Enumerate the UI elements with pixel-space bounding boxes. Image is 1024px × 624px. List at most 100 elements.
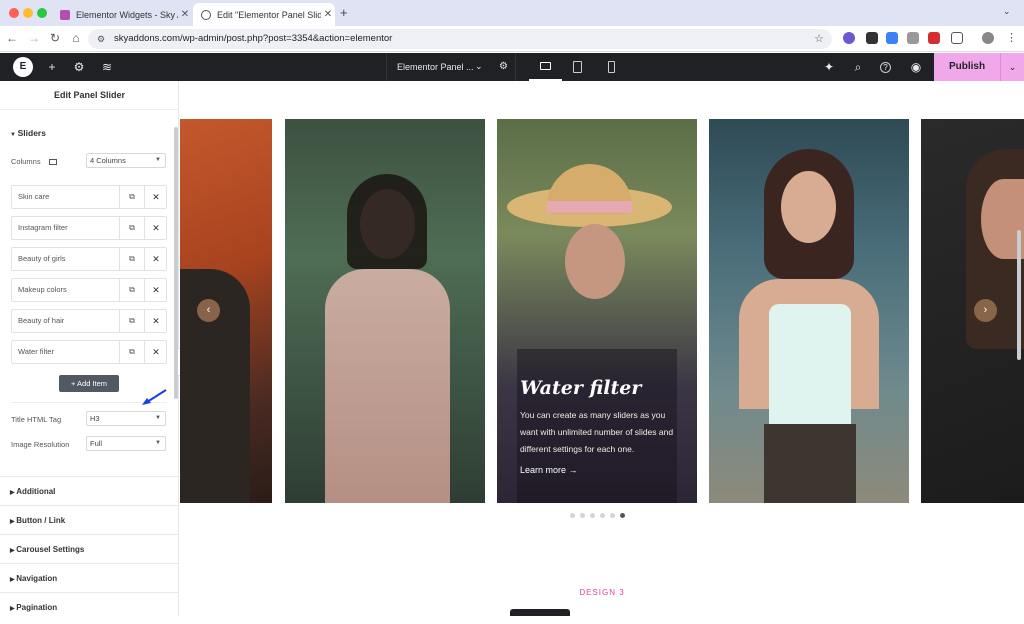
repeater-item[interactable]: Beauty of hair ⧉ ✕ <box>11 309 167 333</box>
new-tab-button[interactable]: + <box>340 5 348 20</box>
add-element-plus-icon[interactable]: + <box>45 60 59 74</box>
duplicate-icon[interactable]: ⧉ <box>119 217 144 239</box>
back-arrow-icon[interactable]: ← <box>5 31 19 45</box>
remove-x-icon[interactable]: ✕ <box>144 341 167 363</box>
minimize-window-button[interactable] <box>23 8 33 18</box>
remove-x-icon[interactable]: ✕ <box>144 248 167 270</box>
repeater-item[interactable]: Instagram filter ⧉ ✕ <box>11 216 167 240</box>
browser-toolbar: ← → ↻ ⌂ ⚙ skyaddons.com/wp-admin/post.ph… <box>0 26 1024 52</box>
profile-avatar-icon[interactable] <box>982 32 994 44</box>
pagination-dot[interactable] <box>600 513 605 518</box>
publish-options-chevron-icon[interactable]: ⌄ <box>1000 53 1024 81</box>
slider-next-button[interactable]: › <box>974 299 997 322</box>
close-tab-icon[interactable]: ✕ <box>178 9 192 20</box>
shield-extension-icon[interactable] <box>866 32 878 44</box>
home-icon[interactable]: ⌂ <box>69 31 83 45</box>
responsive-desktop-icon[interactable] <box>48 159 57 166</box>
slide-image[interactable]: Water filter You can create as many slid… <box>497 119 697 503</box>
chevron-down-icon: ⌄ <box>475 61 483 71</box>
slide-hat-ribbon <box>547 201 632 213</box>
help-icon[interactable]: ? <box>880 62 891 73</box>
pagination-dot[interactable] <box>570 513 575 518</box>
duplicate-icon[interactable]: ⧉ <box>119 186 144 208</box>
structure-layers-icon[interactable]: ≋ <box>100 60 114 74</box>
slide-image[interactable] <box>921 119 1024 503</box>
tab-search-chevron-icon[interactable]: ⌄ <box>1003 6 1011 17</box>
remove-x-icon[interactable]: ✕ <box>144 279 167 301</box>
browser-menu-icon[interactable]: ⋮ <box>1006 31 1017 44</box>
bookmark-star-icon[interactable]: ☆ <box>814 29 824 49</box>
chevron-left-icon: ‹ <box>206 304 211 316</box>
slide-face <box>781 171 836 243</box>
puzzle-extensions-icon[interactable] <box>951 32 963 44</box>
accordion-pagination[interactable]: ▶ Pagination <box>0 592 179 621</box>
repeater-item[interactable]: Makeup colors ⧉ ✕ <box>11 278 167 302</box>
title-html-tag-label: Title HTML Tag <box>11 415 62 424</box>
close-window-button[interactable] <box>9 8 19 18</box>
add-item-button[interactable]: + Add Item <box>59 375 119 392</box>
pagination-dot[interactable] <box>590 513 595 518</box>
t-extension-icon[interactable] <box>928 32 940 44</box>
accordion-additional[interactable]: ▶ Additional <box>0 476 179 505</box>
duplicate-icon[interactable]: ⧉ <box>119 248 144 270</box>
tablet-view-icon[interactable] <box>573 61 582 73</box>
site-settings-icon[interactable]: ⚙ <box>97 29 105 49</box>
close-tab-icon[interactable]: ✕ <box>321 9 335 20</box>
search-icon[interactable]: ⌕ <box>851 60 865 74</box>
browser-tab-bar: Elementor Widgets - Sky Addons ✕ Edit "E… <box>0 0 1024 26</box>
section-heading-partial <box>510 609 570 616</box>
canvas-scrollbar[interactable] <box>1017 230 1021 360</box>
document-title-dropdown[interactable]: Elementor Panel ... ⌄ ⚙ <box>386 53 516 81</box>
forward-arrow-icon[interactable]: → <box>27 31 41 45</box>
image-resolution-select[interactable]: Full ▼ <box>86 436 166 451</box>
slide-image[interactable] <box>180 119 272 503</box>
columns-select[interactable]: 4 Columns ▼ <box>86 153 166 168</box>
caret-down-icon: ▼ <box>155 157 161 163</box>
slide-image[interactable] <box>285 119 485 503</box>
screenshot-extension-icon[interactable] <box>907 32 919 44</box>
accordion-button-link[interactable]: ▶ Button / Link <box>0 505 179 534</box>
desktop-icon <box>540 62 551 70</box>
pagination-dot[interactable] <box>610 513 615 518</box>
arrow-right-icon: → <box>568 465 578 475</box>
repeater-item[interactable]: Skin care ⧉ ✕ <box>11 185 167 209</box>
site-settings-sliders-icon[interactable]: ⚙ <box>72 60 86 74</box>
sliders-section-header[interactable]: ▼ Sliders <box>10 128 46 138</box>
caret-down-icon: ▼ <box>155 415 161 421</box>
repeater-item[interactable]: Water filter ⧉ ✕ <box>11 340 167 364</box>
duplicate-icon[interactable]: ⧉ <box>119 310 144 332</box>
reload-icon[interactable]: ↻ <box>48 31 62 45</box>
pagination-dot[interactable] <box>620 513 625 518</box>
remove-x-icon[interactable]: ✕ <box>144 186 167 208</box>
globe-favicon-icon <box>201 9 211 20</box>
learn-more-link[interactable]: Learn more → <box>520 465 578 475</box>
elementor-logo-icon[interactable]: E <box>13 57 33 77</box>
page-settings-gear-icon[interactable]: ⚙ <box>499 53 508 81</box>
remove-x-icon[interactable]: ✕ <box>144 217 167 239</box>
duplicate-icon[interactable]: ⧉ <box>119 279 144 301</box>
browser-tab-sky-addons[interactable]: Elementor Widgets - Sky Addons ✕ <box>52 3 192 26</box>
extension-icon[interactable] <box>843 32 855 44</box>
maximize-window-button[interactable] <box>37 8 47 18</box>
url-text: skyaddons.com/wp-admin/post.php?post=335… <box>114 33 393 44</box>
slide-caption-text: You can create as many sliders as you wa… <box>520 410 674 454</box>
accordion-carousel-settings[interactable]: ▶ Carousel Settings <box>0 534 179 563</box>
browser-tab-edit-panel-slider[interactable]: Edit "Elementor Panel Slider" ✕ <box>193 3 335 26</box>
publish-button[interactable]: Publish <box>934 53 1000 81</box>
remove-x-icon[interactable]: ✕ <box>144 310 167 332</box>
mobile-view-icon[interactable] <box>608 61 615 73</box>
address-bar[interactable]: ⚙ skyaddons.com/wp-admin/post.php?post=3… <box>88 29 832 49</box>
desktop-view-button[interactable] <box>529 53 562 81</box>
notifications-rocket-icon[interactable]: ✦ <box>822 60 836 74</box>
accordion-navigation[interactable]: ▶ Navigation <box>0 563 179 592</box>
translate-extension-icon[interactable] <box>886 32 898 44</box>
slide-image[interactable] <box>709 119 909 503</box>
slider-prev-button[interactable]: ‹ <box>197 299 220 322</box>
preview-canvas: Water filter You can create as many slid… <box>180 81 1024 616</box>
duplicate-icon[interactable]: ⧉ <box>119 341 144 363</box>
preview-eye-icon[interactable]: ◉ <box>909 60 923 74</box>
pagination-dot[interactable] <box>580 513 585 518</box>
title-html-tag-select[interactable]: H3 ▼ <box>86 411 166 426</box>
repeater-item[interactable]: Beauty of girls ⧉ ✕ <box>11 247 167 271</box>
chevron-right-icon: › <box>983 304 988 316</box>
